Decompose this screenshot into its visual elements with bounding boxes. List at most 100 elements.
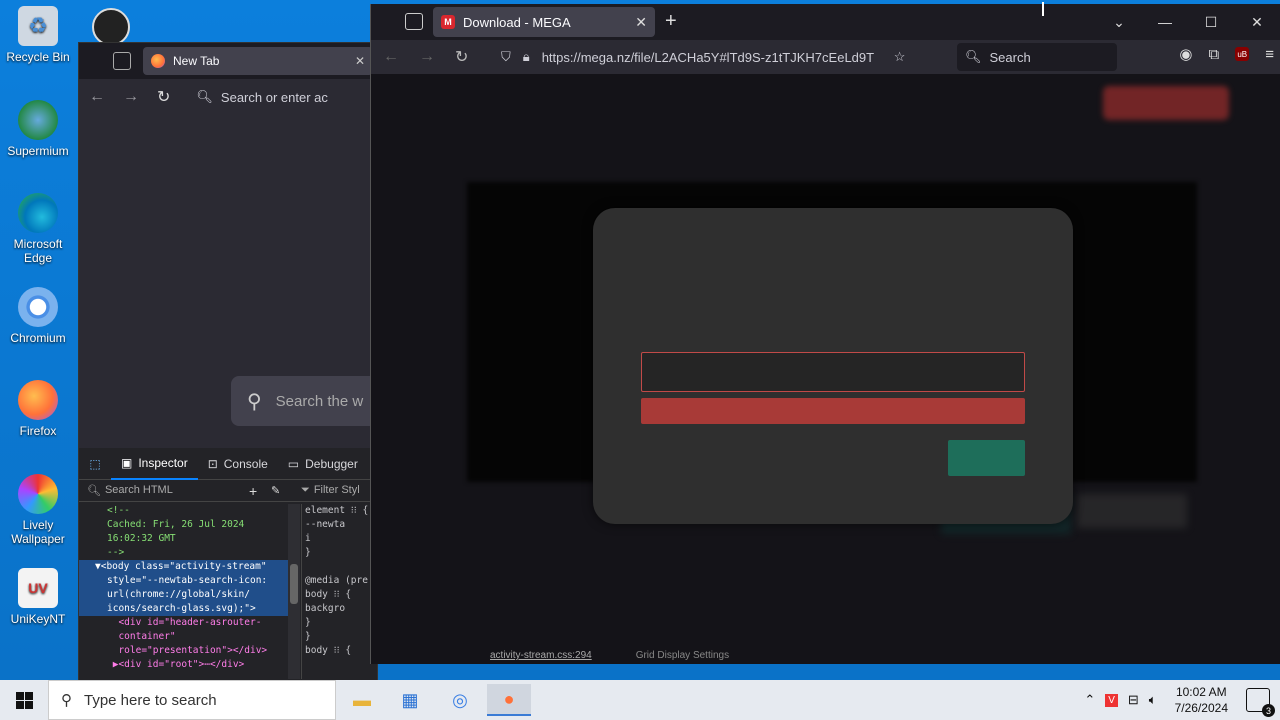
search-placeholder: Search the w xyxy=(275,392,364,410)
maximize-button[interactable]: ☐ xyxy=(1188,14,1234,31)
search-icon: 🔍︎ xyxy=(87,485,101,497)
nav-bar: ← → ↻ ⛉ 🔒︎ https://mega.nz/file/L2ACHa5Y… xyxy=(371,40,1280,74)
windows-logo-icon xyxy=(15,691,33,709)
debugger-icon: ▭ xyxy=(287,456,300,471)
rules-panel: element ⁝⁝ { --newta i } @media (pre bod… xyxy=(301,504,377,679)
tab-console[interactable]: ⊡ Console xyxy=(198,448,278,480)
tracking-protection-icon[interactable]: ⛉ xyxy=(501,49,511,65)
store-icon: ▦ xyxy=(401,689,419,710)
blurred-button xyxy=(1077,494,1187,528)
html-line: container" xyxy=(107,631,176,642)
obs-icon[interactable] xyxy=(92,8,130,46)
reload-icon[interactable]: ↻ xyxy=(157,87,170,107)
element-picker-icon[interactable]: ⬚ xyxy=(79,457,111,471)
folder-icon: ▬ xyxy=(353,689,371,710)
chromium-taskbar-button[interactable]: ◎ xyxy=(438,684,482,716)
network-icon[interactable]: ⊟ xyxy=(1128,692,1139,708)
html-line: Cached: Fri, 26 Jul 2024 xyxy=(107,519,245,530)
filter-icon: ⏷ xyxy=(301,484,310,496)
desktop-icon-recycle-bin[interactable]: ♻ Recycle Bin xyxy=(2,6,74,64)
eyedropper-icon[interactable]: ✎ xyxy=(271,484,297,497)
url-bar[interactable]: 🔍︎ Search or enter ac xyxy=(196,89,327,105)
firefox-taskbar-button[interactable]: ● xyxy=(487,684,531,716)
html-line[interactable]: <div id="header-asrouter- xyxy=(79,616,289,630)
tab-new-tab[interactable]: New Tab ✕ xyxy=(143,47,373,75)
file-explorer-button[interactable]: ▬ xyxy=(340,684,384,716)
desktop-icon-label: Firefox xyxy=(19,424,57,438)
html-tree[interactable]: <!-- Cached: Fri, 26 Jul 2024 16:02:32 G… xyxy=(79,504,289,679)
dialog-input-field[interactable] xyxy=(641,352,1025,392)
taskbar-search-box[interactable]: ⚲ Type here to search xyxy=(48,680,336,720)
style-line: @media (pre xyxy=(305,575,368,586)
devtools-tabs: ⬚ ▣ Inspector ⊡ Console ▭ Debugger xyxy=(79,448,377,480)
console-icon: ⊡ xyxy=(207,456,218,471)
tab-list-icon[interactable] xyxy=(113,52,131,70)
forward-icon[interactable]: → xyxy=(123,88,139,106)
desktop-icon-label: Lively Wallpaper xyxy=(11,518,65,546)
dialog-confirm-button[interactable] xyxy=(948,440,1025,476)
scrollbar-thumb[interactable] xyxy=(290,564,298,604)
tab-title: New Tab xyxy=(173,54,220,68)
lock-icon[interactable]: 🔒︎ xyxy=(523,49,530,65)
desktop-icon-lively[interactable]: Lively Wallpaper xyxy=(2,474,74,546)
minimize-button[interactable]: — xyxy=(1142,14,1188,30)
desktop-icon-firefox[interactable]: Firefox xyxy=(2,380,74,438)
style-line: i xyxy=(305,533,311,544)
filter-styles-input[interactable]: ⏷ Filter Styl xyxy=(297,484,360,497)
show-hidden-icons-icon[interactable]: ⌃ xyxy=(1084,692,1095,708)
stylesheet-link[interactable]: activity-stream.css:294 xyxy=(490,650,592,664)
microsoft-store-button[interactable]: ▦ xyxy=(388,684,432,716)
tab-inspector[interactable]: ▣ Inspector xyxy=(111,448,198,480)
desktop-icon-unikey[interactable]: UV UniKeyNT xyxy=(2,568,74,626)
desktop-icon-edge[interactable]: Microsoft Edge xyxy=(2,193,74,265)
clock[interactable]: 10:02 AM 7/26/2024 xyxy=(1175,684,1228,716)
toolbar-icons: ◉ ⧉ uB ≡ xyxy=(1179,45,1274,64)
menu-icon[interactable]: ≡ xyxy=(1265,46,1274,63)
style-line: } xyxy=(305,617,311,628)
chromium-icon: ◎ xyxy=(452,689,468,710)
url-bar[interactable]: ⛉ 🔒︎ https://mega.nz/file/L2ACHa5Y#lTd9S… xyxy=(501,43,951,71)
extensions-icon[interactable]: ⧉ xyxy=(1209,46,1220,63)
tab-bar: M Download - MEGA ✕ + ⌄ — ☐ ✕ xyxy=(371,4,1280,40)
account-icon[interactable]: ◉ xyxy=(1179,45,1192,63)
bookmark-star-icon[interactable]: ☆ xyxy=(894,49,906,65)
tab-debugger[interactable]: ▭ Debugger xyxy=(278,448,368,480)
html-tree-scrollbar[interactable] xyxy=(288,504,300,679)
blurred-header-button xyxy=(1103,86,1229,120)
desktop-icon-chromium[interactable]: Chromium xyxy=(2,287,74,345)
html-line-selected[interactable]: ▼<body class="activity-stream" xyxy=(79,560,289,574)
volume-icon[interactable]: 🔈︎ xyxy=(1149,692,1157,708)
close-tab-icon[interactable]: ✕ xyxy=(355,54,365,68)
search-html-input[interactable]: 🔍︎ Search HTML xyxy=(79,484,249,497)
tab-list-icon[interactable] xyxy=(405,13,423,30)
notification-count: 3 xyxy=(1262,704,1275,717)
html-line: 16:02:32 GMT xyxy=(107,533,176,544)
list-all-tabs-icon[interactable]: ⌄ xyxy=(1096,14,1142,31)
tab-bar: New Tab ✕ xyxy=(79,43,377,79)
ublock-origin-icon[interactable]: uB xyxy=(1235,47,1250,61)
desktop-icon-label: UniKeyNT xyxy=(10,612,66,626)
start-button[interactable] xyxy=(0,680,48,720)
browser-window-mega: M Download - MEGA ✕ + ⌄ — ☐ ✕ ← → ↻ ⛉ 🔒︎… xyxy=(370,4,1280,664)
add-node-icon[interactable]: + xyxy=(249,483,271,499)
close-window-button[interactable]: ✕ xyxy=(1234,14,1280,31)
html-line[interactable]: ▶<div id="root">⋯</div> xyxy=(79,658,289,672)
back-icon[interactable]: ← xyxy=(383,48,399,66)
back-icon[interactable]: ← xyxy=(89,88,105,106)
browser-window-newtab: New Tab ✕ ← → ↻ 🔍︎ Search or enter ac ⚲ … xyxy=(78,42,431,683)
reload-icon[interactable]: ↻ xyxy=(455,47,468,67)
tab-title: Download - MEGA xyxy=(463,14,571,30)
style-line: body ⁝⁝ { xyxy=(305,645,352,656)
style-line: element ⁝⁝ { xyxy=(305,505,369,516)
vivaldi-tray-icon[interactable]: V xyxy=(1105,693,1118,707)
window-controls: ⌄ — ☐ ✕ xyxy=(1096,4,1280,40)
close-tab-icon[interactable]: ✕ xyxy=(635,14,647,31)
search-bar[interactable]: 🔍︎ Search xyxy=(957,43,1117,71)
desktop-icon-supermium[interactable]: Supermium xyxy=(2,100,74,158)
new-tab-button[interactable]: + xyxy=(665,10,677,33)
forward-icon[interactable]: → xyxy=(419,48,435,66)
tab-download-mega[interactable]: M Download - MEGA ✕ xyxy=(433,7,655,37)
filter-styles-placeholder: Filter Styl xyxy=(313,484,360,496)
unikey-icon: UV xyxy=(18,568,58,608)
notification-center-icon[interactable]: 3 xyxy=(1246,688,1275,717)
